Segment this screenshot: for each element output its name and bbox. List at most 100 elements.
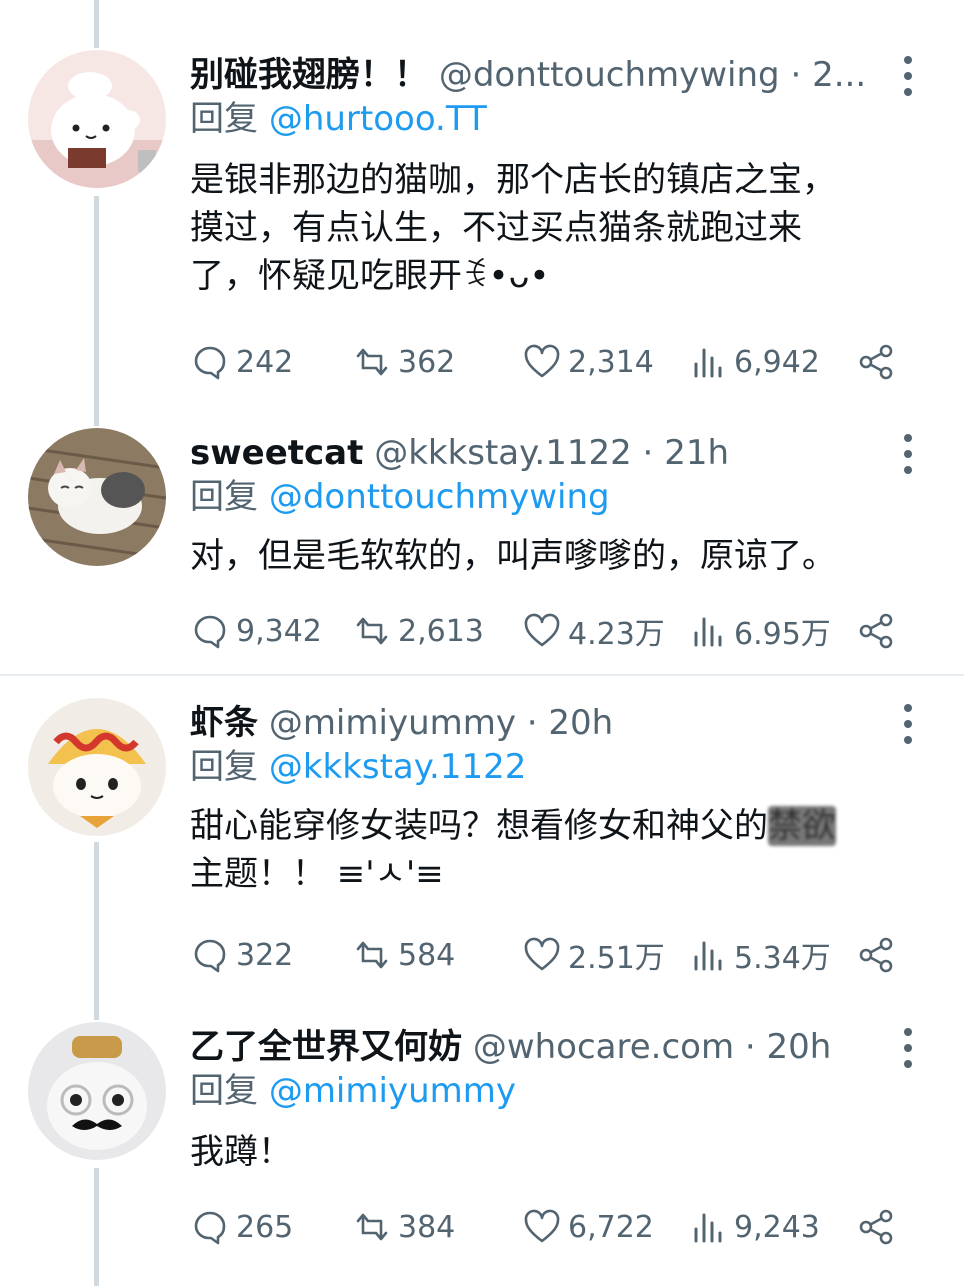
timestamp[interactable]: 2... <box>812 55 866 95</box>
share-button[interactable] <box>856 930 896 980</box>
tweet-text: 对，但是毛软软的，叫声嗲嗲的，原谅了。 <box>190 536 836 576</box>
views-button[interactable]: 9,243 <box>688 1202 820 1252</box>
tweet-header: 别碰我翅膀！！ @donttouchmywing · 2... <box>190 50 880 100</box>
share-button[interactable] <box>856 337 896 387</box>
retweet-count: 584 <box>398 937 456 973</box>
tweet-text-part: 主题！！ ≡'ㅅ'≡ <box>190 854 444 894</box>
tweet-1[interactable]: 别碰我翅膀！！ @donttouchmywing · 2... 回复 @hurt… <box>0 50 964 410</box>
timestamp[interactable]: 20h <box>767 1027 832 1067</box>
views-icon <box>694 1213 722 1243</box>
retweet-button[interactable]: 384 <box>352 1202 455 1252</box>
comment-button[interactable]: 322 <box>190 930 293 980</box>
user-handle[interactable]: @kkkstay.1122 <box>374 433 632 473</box>
heart-icon <box>524 344 560 378</box>
like-button[interactable]: 2,314 <box>522 337 654 387</box>
heart-icon <box>524 613 560 647</box>
separator: · <box>779 55 813 95</box>
avatar[interactable] <box>28 698 166 836</box>
avatar-image <box>28 698 166 836</box>
avatar[interactable] <box>28 1022 166 1160</box>
retweet-button[interactable]: 584 <box>352 930 455 980</box>
like-count: 4.23万 <box>568 617 665 652</box>
avatar[interactable] <box>28 50 166 188</box>
retweet-button[interactable]: 2,613 <box>352 606 484 656</box>
user-handle[interactable]: @donttouchmywing <box>439 55 780 95</box>
views-icon <box>694 348 722 378</box>
like-count: 6,722 <box>568 1209 654 1245</box>
like-count: 2,314 <box>568 344 654 380</box>
tweet-header: 乙了全世界又何妨 @whocare.com · 20h <box>190 1022 880 1072</box>
views-button[interactable]: 5.34万 <box>688 930 831 980</box>
comment-icon <box>194 346 226 380</box>
display-name[interactable]: sweetcat <box>190 433 363 473</box>
like-button[interactable]: 4.23万 <box>522 606 665 656</box>
share-icon <box>859 344 893 380</box>
reply-mention[interactable]: @donttouchmywing <box>269 477 610 517</box>
tweet-4[interactable]: 乙了全世界又何妨 @whocare.com · 20h 回复 @mimiyumm… <box>0 1022 964 1262</box>
thread-divider <box>0 674 964 676</box>
reply-mention[interactable]: @kkkstay.1122 <box>269 747 527 787</box>
views-button[interactable]: 6.95万 <box>688 606 831 656</box>
reply-label: 回复 <box>190 477 269 517</box>
share-icon <box>859 1209 893 1245</box>
more-vertical-icon[interactable] <box>896 704 920 744</box>
display-name[interactable]: 别碰我翅膀！！ <box>190 55 428 95</box>
blurred-text: 禁欲 <box>768 806 836 846</box>
share-button[interactable] <box>856 1202 896 1252</box>
action-bar: 9,342 2,613 4.23万 6.95万 <box>190 606 910 656</box>
action-bar: 322 584 2.51万 5.34万 <box>190 930 910 980</box>
action-bar: 265 384 6,722 9,243 <box>190 1202 910 1252</box>
display-name[interactable]: 虾条 <box>190 703 258 743</box>
avatar-image <box>28 1022 166 1160</box>
tweet-header: sweetcat @kkkstay.1122 · 21h <box>190 428 880 478</box>
views-icon <box>694 617 722 647</box>
more-vertical-icon[interactable] <box>896 434 920 474</box>
avatar-image <box>28 428 166 566</box>
like-count: 2.51万 <box>568 941 665 976</box>
more-vertical-icon[interactable] <box>896 1028 920 1068</box>
tweet-header: 虾条 @mimiyummy · 20h <box>190 698 880 748</box>
reply-mention[interactable]: @hurtooo.TT <box>269 99 487 139</box>
retweet-button[interactable]: 362 <box>352 337 455 387</box>
separator: · <box>734 1027 767 1067</box>
reply-label: 回复 <box>190 1071 269 1111</box>
retweet-count: 384 <box>398 1209 456 1245</box>
view-count: 9,243 <box>734 1209 820 1245</box>
like-button[interactable]: 6,722 <box>522 1202 654 1252</box>
view-count: 5.34万 <box>734 941 831 976</box>
timestamp[interactable]: 21h <box>664 433 729 473</box>
like-button[interactable]: 2.51万 <box>522 930 665 980</box>
view-count: 6.95万 <box>734 617 831 652</box>
display-name[interactable]: 乙了全世界又何妨 <box>190 1027 462 1067</box>
retweet-count: 362 <box>398 344 456 380</box>
comment-count: 265 <box>236 1209 294 1245</box>
views-icon <box>694 941 722 971</box>
reply-context: 回复 @mimiyummy <box>190 1066 516 1116</box>
tweet-text: 我蹲！ <box>190 1132 292 1172</box>
heart-icon <box>524 937 560 971</box>
share-button[interactable] <box>856 606 896 656</box>
views-button[interactable]: 6,942 <box>688 337 820 387</box>
comment-icon <box>194 939 226 973</box>
reply-context: 回复 @kkkstay.1122 <box>190 742 526 792</box>
timestamp[interactable]: 20h <box>548 703 613 743</box>
tweet-2[interactable]: sweetcat @kkkstay.1122 · 21h 回复 @donttou… <box>0 428 964 658</box>
avatar-image <box>28 50 166 188</box>
tweet-3[interactable]: 虾条 @mimiyummy · 20h 回复 @kkkstay.1122 甜心能… <box>0 698 964 988</box>
comment-icon <box>194 615 226 649</box>
comment-button[interactable]: 242 <box>190 337 293 387</box>
comment-icon <box>194 1211 226 1245</box>
user-handle[interactable]: @whocare.com <box>473 1027 734 1067</box>
reply-context: 回复 @hurtooo.TT <box>190 94 487 144</box>
share-icon <box>859 937 893 973</box>
reply-label: 回复 <box>190 747 269 787</box>
reply-context: 回复 @donttouchmywing <box>190 472 610 522</box>
comment-button[interactable]: 9,342 <box>190 606 322 656</box>
more-vertical-icon[interactable] <box>896 56 920 96</box>
reply-mention[interactable]: @mimiyummy <box>269 1071 516 1111</box>
user-handle[interactable]: @mimiyummy <box>269 703 516 743</box>
avatar[interactable] <box>28 428 166 566</box>
reply-label: 回复 <box>190 99 269 139</box>
heart-icon <box>524 1209 560 1243</box>
comment-button[interactable]: 265 <box>190 1202 293 1252</box>
